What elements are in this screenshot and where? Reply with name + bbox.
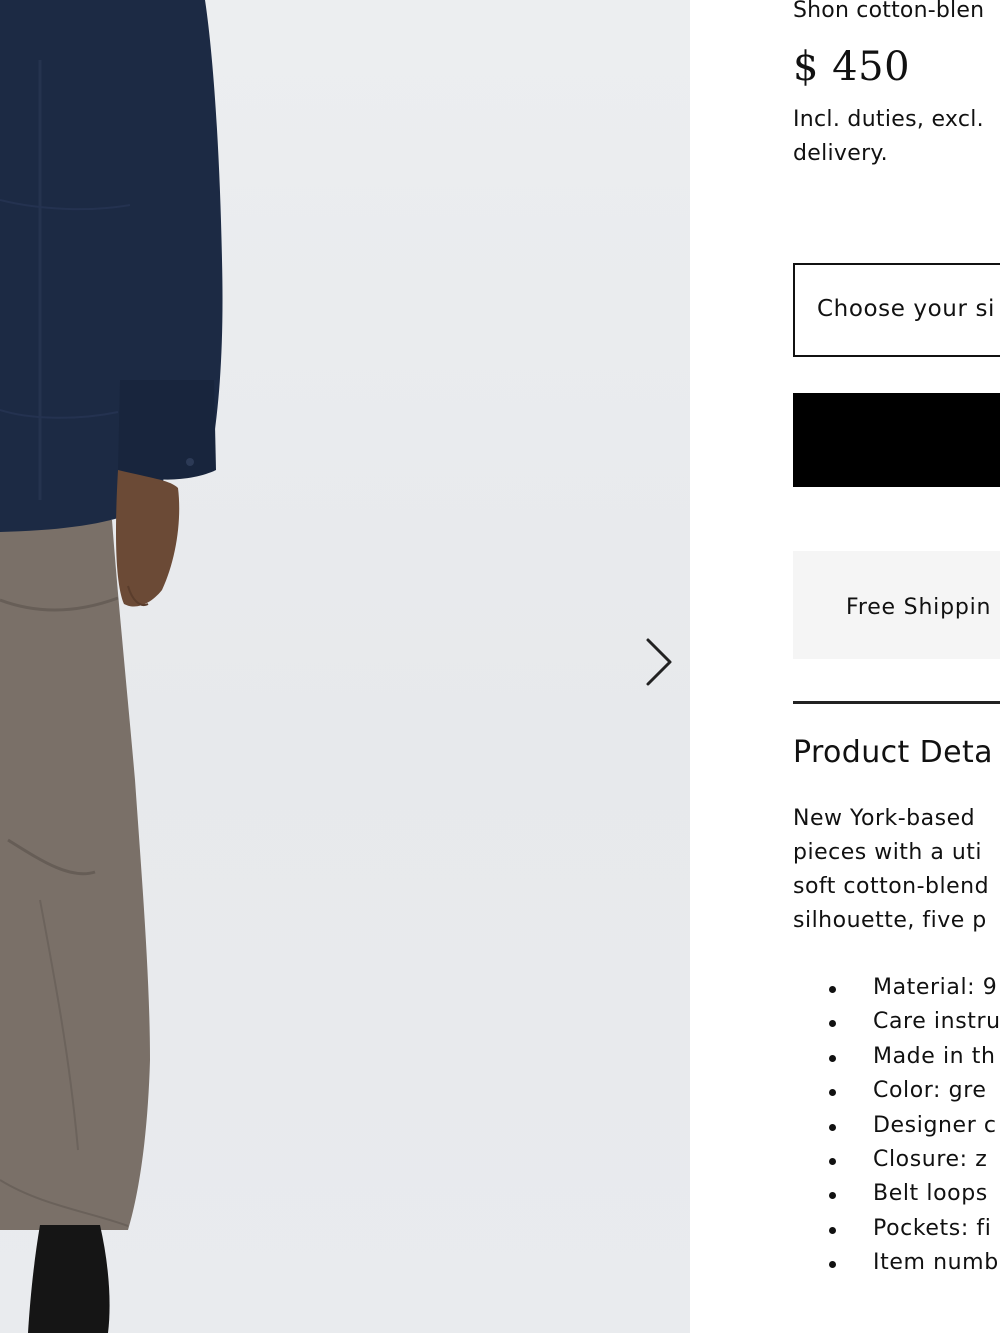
product-photo [0, 0, 223, 1333]
detail-item-text: Material: 9 [873, 975, 998, 1000]
section-divider [793, 701, 1000, 704]
product-info-panel: Shon cotton-blen $ 450 Incl. duties, exc… [690, 0, 1000, 1333]
product-price: $ 450 [793, 44, 911, 90]
bullet-dot-icon [829, 1226, 836, 1234]
detail-item: Closure: z [793, 1143, 1000, 1177]
detail-item: Care instru [793, 1005, 1000, 1039]
bullet-dot-icon [829, 1192, 836, 1200]
product-detail-list: Material: 9 Care instru Made in th Color… [793, 971, 1000, 1281]
product-name: Shon cotton-blen [793, 0, 985, 23]
detail-item: Belt loops [793, 1177, 1000, 1211]
description-line: New York-based [793, 806, 976, 831]
detail-item: Color: gre [793, 1074, 1000, 1108]
next-image-button[interactable] [636, 634, 680, 690]
detail-item-text: Belt loops [873, 1181, 988, 1207]
detail-item: Material: 9 [793, 971, 1000, 1005]
description-line: pieces with a uti [793, 840, 983, 865]
size-select-placeholder: Choose your si [817, 296, 996, 322]
detail-item: Designer c [793, 1109, 1000, 1143]
chevron-right-icon [646, 638, 672, 686]
add-to-bag-button[interactable] [793, 393, 1000, 487]
detail-item-text: Made in th [873, 1043, 996, 1069]
detail-item: Made in th [793, 1040, 1000, 1074]
size-select[interactable]: Choose your si [793, 263, 1000, 357]
shipping-label: Free Shippin [846, 595, 992, 620]
bullet-dot-icon [829, 1261, 836, 1269]
bullet-dot-icon [829, 1020, 836, 1028]
bullet-dot-icon [829, 1123, 836, 1131]
detail-item: Item numb [793, 1246, 1000, 1280]
detail-item-text: Item numb [873, 1250, 999, 1276]
description-line: silhouette, five p [793, 908, 987, 933]
product-description: New York-based pieces with a uti soft co… [793, 802, 1000, 938]
bullet-dot-icon [829, 1157, 836, 1165]
detail-item-text: Color: gre [873, 1078, 987, 1104]
detail-item-text: Pockets: fi [873, 1215, 992, 1241]
detail-item-text: Care instru [873, 1009, 1000, 1035]
detail-item-text: Designer c [873, 1112, 997, 1138]
detail-item-text: Closure: z [873, 1146, 988, 1172]
bullet-dot-icon [829, 986, 836, 993]
product-page: Shon cotton-blen $ 450 Incl. duties, exc… [0, 0, 1000, 1333]
description-line: soft cotton-blend [793, 874, 990, 899]
product-details-heading[interactable]: Product Deta [793, 735, 993, 770]
bullet-dot-icon [829, 1089, 836, 1097]
product-image-gallery[interactable] [0, 0, 690, 1333]
detail-item: Pockets: fi [793, 1212, 1000, 1246]
shipping-info-box: Free Shippin [793, 551, 1000, 659]
tax-note: Incl. duties, excl. delivery. [793, 107, 984, 166]
bullet-dot-icon [829, 1054, 836, 1062]
